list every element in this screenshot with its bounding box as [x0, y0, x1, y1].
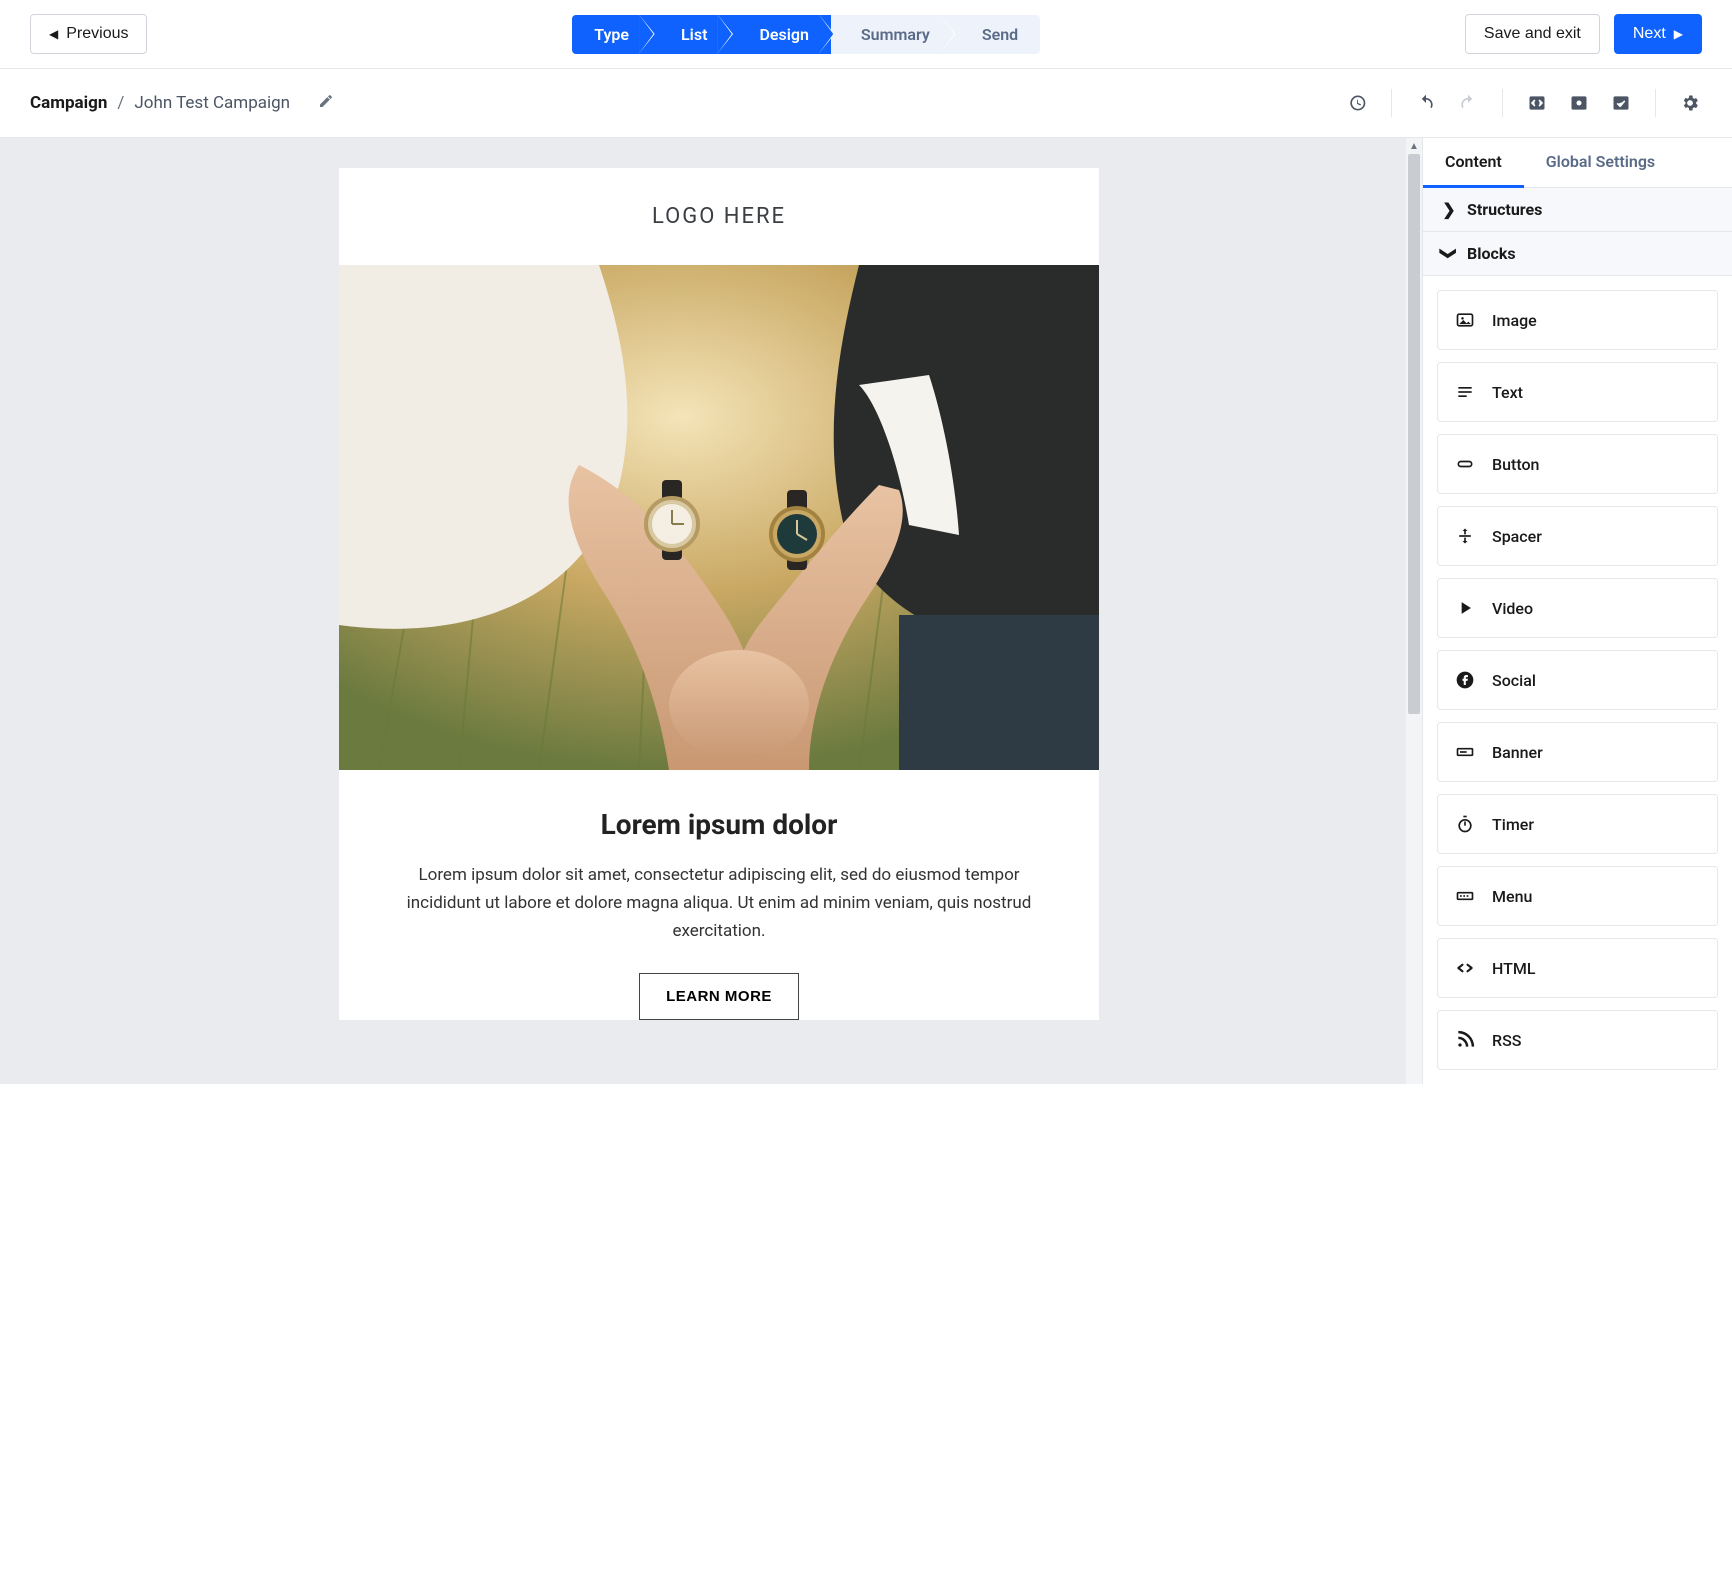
toolbar — [1345, 89, 1702, 117]
html-icon — [1454, 957, 1476, 979]
block-label: RSS — [1492, 1031, 1521, 1050]
breadcrumb-root: Campaign — [30, 93, 107, 113]
test-send-icon[interactable] — [1609, 91, 1633, 115]
toolbar-divider — [1655, 89, 1656, 117]
canvas[interactable]: LOGO HERE — [0, 138, 1422, 1084]
image-icon — [1454, 309, 1476, 331]
topbar-right: Save and exit Next ▶ — [1465, 14, 1702, 54]
section-blocks-label: Blocks — [1467, 244, 1516, 263]
block-label: Image — [1492, 311, 1537, 330]
history-icon[interactable] — [1345, 91, 1369, 115]
side-panel: Content Global Settings ❯ Structures ❯ B… — [1422, 138, 1732, 1084]
block-label: Video — [1492, 599, 1533, 618]
undo-icon[interactable] — [1414, 91, 1438, 115]
previous-button[interactable]: ◀ Previous — [30, 14, 147, 54]
timer-icon — [1454, 813, 1476, 835]
block-html[interactable]: HTML — [1437, 938, 1718, 998]
step-send[interactable]: Send — [952, 15, 1040, 54]
text-icon — [1454, 381, 1476, 403]
email-body-text[interactable]: Lorem ipsum dolor sit amet, consectetur … — [339, 861, 1099, 945]
block-text[interactable]: Text — [1437, 362, 1718, 422]
section-blocks[interactable]: ❯ Blocks — [1423, 232, 1732, 276]
step-summary[interactable]: Summary — [831, 15, 952, 54]
stepper: Type List Design Summary Send — [572, 15, 1040, 54]
block-label: Social — [1492, 671, 1536, 690]
breadcrumb-leaf: John Test Campaign — [134, 93, 290, 113]
previous-label: Previous — [66, 25, 128, 43]
save-exit-label: Save and exit — [1484, 25, 1581, 43]
email-preview: LOGO HERE — [339, 168, 1099, 1020]
caret-right-icon: ▶ — [1674, 27, 1683, 41]
next-label: Next — [1633, 25, 1666, 43]
settings-icon[interactable] — [1678, 91, 1702, 115]
email-logo[interactable]: LOGO HERE — [339, 168, 1099, 265]
email-hero-image[interactable] — [339, 265, 1099, 770]
step-design[interactable]: Design — [729, 15, 830, 54]
redo-icon — [1456, 91, 1480, 115]
save-exit-button[interactable]: Save and exit — [1465, 14, 1600, 54]
next-button[interactable]: Next ▶ — [1614, 14, 1702, 54]
rss-icon — [1454, 1029, 1476, 1051]
block-banner[interactable]: Banner — [1437, 722, 1718, 782]
block-label: Button — [1492, 455, 1539, 474]
block-label: HTML — [1492, 959, 1536, 978]
block-social[interactable]: Social — [1437, 650, 1718, 710]
code-view-icon[interactable] — [1525, 91, 1549, 115]
step-list[interactable]: List — [651, 15, 729, 54]
social-icon — [1454, 669, 1476, 691]
breadcrumb: Campaign / John Test Campaign — [30, 93, 334, 114]
section-structures[interactable]: ❯ Structures — [1423, 188, 1732, 232]
preview-icon[interactable] — [1567, 91, 1591, 115]
toolbar-divider — [1502, 89, 1503, 117]
video-icon — [1454, 597, 1476, 619]
block-rss[interactable]: RSS — [1437, 1010, 1718, 1070]
email-headline[interactable]: Lorem ipsum dolor — [339, 808, 1099, 841]
button-icon — [1454, 453, 1476, 475]
block-menu[interactable]: Menu — [1437, 866, 1718, 926]
email-cta-button[interactable]: LEARN MORE — [639, 973, 799, 1020]
top-bar: ◀ Previous Type List Design Summary Send… — [0, 0, 1732, 69]
caret-left-icon: ◀ — [49, 27, 58, 41]
chevron-down-icon: ❯ — [1440, 246, 1459, 262]
block-timer[interactable]: Timer — [1437, 794, 1718, 854]
main-area: LOGO HERE — [0, 138, 1732, 1084]
chevron-right-icon: ❯ — [1441, 200, 1457, 219]
block-label: Timer — [1492, 815, 1534, 834]
toolbar-divider — [1391, 89, 1392, 117]
spacer-icon — [1454, 525, 1476, 547]
blocks-list: Image Text Button Spacer Video Social — [1423, 276, 1732, 1084]
menu-icon — [1454, 885, 1476, 907]
panel-tabs: Content Global Settings — [1423, 138, 1732, 188]
block-spacer[interactable]: Spacer — [1437, 506, 1718, 566]
scroll-thumb[interactable] — [1408, 154, 1420, 714]
block-image[interactable]: Image — [1437, 290, 1718, 350]
breadcrumb-separator: / — [117, 93, 124, 113]
section-structures-label: Structures — [1467, 200, 1542, 219]
banner-icon — [1454, 741, 1476, 763]
scroll-up-icon[interactable]: ▲ — [1406, 138, 1422, 154]
tab-global-settings[interactable]: Global Settings — [1524, 138, 1677, 187]
block-button[interactable]: Button — [1437, 434, 1718, 494]
block-video[interactable]: Video — [1437, 578, 1718, 638]
tab-content[interactable]: Content — [1423, 138, 1524, 188]
block-label: Menu — [1492, 887, 1532, 906]
edit-name-icon[interactable] — [318, 93, 334, 114]
step-type[interactable]: Type — [572, 15, 651, 54]
sub-bar: Campaign / John Test Campaign — [0, 69, 1732, 138]
block-label: Text — [1492, 383, 1523, 402]
canvas-scrollbar[interactable]: ▲ — [1406, 138, 1422, 1084]
block-label: Banner — [1492, 743, 1543, 762]
block-label: Spacer — [1492, 527, 1542, 546]
